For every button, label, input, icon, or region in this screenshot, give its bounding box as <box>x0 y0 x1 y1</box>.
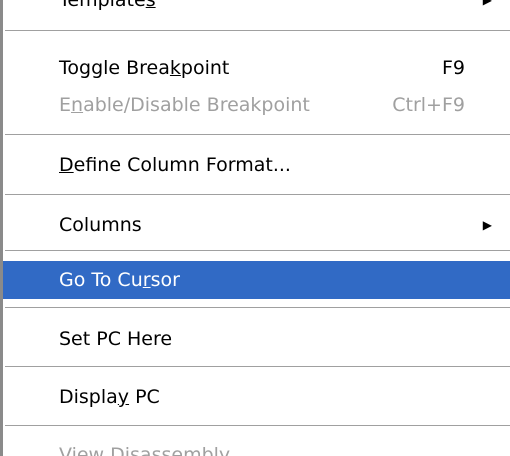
menu-separator <box>5 366 510 367</box>
menu-separator <box>5 30 510 31</box>
menu-item-label: Templates <box>59 0 156 11</box>
menu-item-view-disassembly: View Disassembly <box>3 437 510 456</box>
context-menu: Templates ▶ Toggle Breakpoint F9 Enable/… <box>0 0 510 456</box>
menu-item-shortcut: Ctrl+F9 <box>392 94 465 116</box>
menu-separator <box>5 425 510 426</box>
menu-separator <box>5 307 510 308</box>
submenu-arrow-icon: ▶ <box>482 218 492 232</box>
menu-item-label: Toggle Breakpoint <box>59 57 230 79</box>
submenu-arrow-icon: ▶ <box>482 0 492 7</box>
menu-item-columns[interactable]: Columns ▶ <box>3 207 510 243</box>
menu-item-enable-disable-breakpoint: Enable/Disable Breakpoint Ctrl+F9 <box>3 87 510 123</box>
menu-item-define-column-format[interactable]: Define Column Format... <box>3 147 510 183</box>
menu-item-shortcut: F9 <box>441 57 465 79</box>
menu-item-toggle-breakpoint[interactable]: Toggle Breakpoint F9 <box>3 50 510 86</box>
menu-item-label: Go To Cursor <box>59 269 180 291</box>
menu-separator <box>5 250 510 251</box>
menu-item-label: Columns <box>59 214 142 236</box>
menu-item-set-pc-here[interactable]: Set PC Here <box>3 321 510 357</box>
menu-item-label: Enable/Disable Breakpoint <box>59 94 310 116</box>
menu-item-label: Define Column Format... <box>59 154 291 176</box>
menu-item-display-pc[interactable]: Display PC <box>3 379 510 415</box>
menu-item-templates[interactable]: Templates ▶ <box>3 0 510 18</box>
menu-item-label: Set PC Here <box>59 328 173 350</box>
menu-separator <box>5 134 510 135</box>
menu-item-label: Display PC <box>59 386 160 408</box>
menu-item-go-to-cursor[interactable]: Go To Cursor <box>3 261 510 299</box>
menu-separator <box>5 194 510 195</box>
menu-item-label: View Disassembly <box>59 444 231 456</box>
